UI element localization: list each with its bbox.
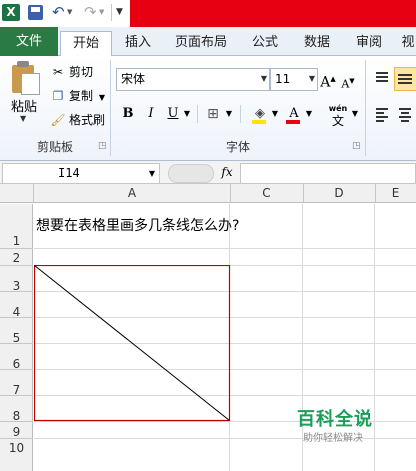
- formula-bar-splitter[interactable]: [168, 164, 214, 183]
- watermark-logo: 百科全说 助你轻松解决: [285, 405, 415, 447]
- excel-logo-icon[interactable]: X: [2, 4, 20, 21]
- font-size-value: 11: [275, 72, 291, 86]
- copy-dropdown-icon[interactable]: ▼: [99, 93, 105, 102]
- divider: [240, 105, 241, 123]
- row-header[interactable]: 10: [0, 439, 33, 471]
- font-color-button[interactable]: A: [286, 103, 302, 125]
- tab-formulas[interactable]: 公式: [244, 31, 286, 56]
- tab-view[interactable]: 视: [400, 31, 416, 56]
- divider: [197, 105, 198, 123]
- insert-function-button[interactable]: fx: [216, 163, 238, 182]
- column-headers: A C D E: [0, 184, 416, 203]
- row-header[interactable]: 4: [0, 292, 33, 319]
- copy-label: 复制: [69, 89, 94, 103]
- border-dropdown-icon[interactable]: ▼: [224, 103, 234, 125]
- tab-file[interactable]: 文件: [0, 27, 58, 56]
- bold-button[interactable]: B: [119, 103, 137, 125]
- underline-dropdown-icon[interactable]: ▼: [182, 103, 192, 125]
- paste-button-label[interactable]: 粘贴: [11, 96, 37, 115]
- paste-dropdown-icon[interactable]: ▼: [20, 114, 26, 123]
- group-divider: [365, 60, 366, 156]
- tab-review[interactable]: 审阅: [348, 31, 390, 56]
- fill-dropdown-icon[interactable]: ▼: [270, 103, 280, 125]
- fill-color-icon[interactable]: ◈: [252, 103, 268, 125]
- align-left-icon[interactable]: [373, 105, 391, 123]
- save-icon[interactable]: [28, 5, 43, 20]
- font-name-select[interactable]: 宋体 ▼: [116, 68, 270, 91]
- row-header[interactable]: 3: [0, 266, 33, 293]
- format-painter-button[interactable]: 🖌 格式刷: [50, 110, 105, 130]
- redo-dropdown-icon[interactable]: ▼: [99, 4, 107, 21]
- row-header[interactable]: 6: [0, 344, 33, 371]
- font-color-dropdown-icon[interactable]: ▼: [304, 103, 314, 125]
- chevron-down-icon: ▼: [260, 74, 267, 83]
- clipboard-launcher-icon[interactable]: ◳: [98, 141, 107, 151]
- border-icon[interactable]: ⊞: [203, 103, 223, 125]
- tab-data[interactable]: 数据: [296, 31, 338, 56]
- italic-button[interactable]: I: [142, 103, 160, 125]
- ribbon-home: 粘贴 ▼ ✂ 剪切 ❐ 复制 ▼ 🖌 格式刷 剪贴板 ◳ 宋体 ▼ 11 ▼ A▲ A…: [0, 56, 416, 161]
- copy-button[interactable]: ❐ 复制 ▼: [50, 86, 105, 106]
- chevron-down-icon: ▼: [148, 169, 155, 178]
- row-header[interactable]: 7: [0, 370, 33, 397]
- shrink-font-button[interactable]: A▼: [340, 70, 356, 92]
- toolbar-divider: [111, 4, 112, 21]
- font-size-select[interactable]: 11 ▼: [270, 68, 318, 91]
- column-header-e[interactable]: E: [375, 184, 416, 203]
- formula-bar: I14 ▼ fx: [0, 161, 416, 184]
- format-painter-label: 格式刷: [69, 113, 106, 127]
- column-header-a[interactable]: A: [34, 184, 231, 203]
- phonetic-char: 文: [331, 114, 344, 128]
- name-box[interactable]: I14 ▼: [2, 163, 160, 184]
- row-header[interactable]: 2: [0, 249, 33, 266]
- formula-input[interactable]: [240, 163, 416, 184]
- watermark-title: 百科全说: [297, 409, 373, 430]
- row-headers: 1 2 3 4 5 6 7 8 9 10: [0, 204, 33, 471]
- row-header[interactable]: 9: [0, 422, 33, 439]
- clipboard-group-label: 剪贴板: [36, 140, 73, 154]
- font-launcher-icon[interactable]: ◳: [352, 141, 361, 151]
- quick-access-toolbar: X ↶ ▼ ↷ ▼ ▼: [0, 0, 416, 27]
- column-header-d[interactable]: D: [303, 184, 376, 203]
- undo-dropdown-icon[interactable]: ▼: [67, 4, 75, 21]
- row-header[interactable]: 8: [0, 396, 33, 423]
- select-all-corner[interactable]: [0, 184, 34, 203]
- phonetic-dropdown-icon[interactable]: ▼: [350, 103, 360, 125]
- brush-icon: 🖌: [50, 113, 66, 127]
- row-header[interactable]: 5: [0, 318, 33, 345]
- align-middle-icon[interactable]: [394, 67, 416, 91]
- chevron-down-icon: ▼: [308, 74, 315, 83]
- grow-font-button[interactable]: A▲: [320, 68, 336, 91]
- bordered-range-with-diagonal[interactable]: [34, 265, 231, 422]
- ribbon-tabs: 开始 插入 页面布局 公式 数据 审阅 视: [0, 27, 416, 58]
- diagonal-line: [34, 265, 230, 421]
- align-center-icon[interactable]: [396, 105, 414, 123]
- customize-toolbar-icon[interactable]: ▼: [116, 4, 126, 21]
- cell-a1[interactable]: 想要在表格里画多几条线怎么办?: [36, 215, 239, 235]
- name-box-value: I14: [58, 166, 80, 180]
- tab-home[interactable]: 开始: [60, 31, 112, 58]
- paste-icon[interactable]: [10, 61, 40, 95]
- watermark-subtitle: 助你轻松解决: [303, 433, 363, 444]
- grow-font-label: A: [320, 74, 331, 91]
- font-group-label: 字体: [225, 140, 250, 154]
- underline-button[interactable]: U: [165, 103, 181, 125]
- column-header-c[interactable]: C: [230, 184, 304, 203]
- title-bar-background: [130, 0, 416, 27]
- scissors-icon: ✂: [52, 65, 64, 79]
- font-color-label: A: [289, 106, 299, 121]
- cut-label: 剪切: [69, 65, 94, 79]
- font-name-value: 宋体: [121, 72, 146, 86]
- phonetic-button[interactable]: wén 文: [326, 103, 350, 128]
- tab-insert[interactable]: 插入: [116, 31, 160, 56]
- tab-page-layout[interactable]: 页面布局: [168, 31, 234, 56]
- align-top-icon[interactable]: [373, 69, 391, 87]
- undo-icon[interactable]: ↶: [52, 4, 66, 21]
- cut-button[interactable]: ✂ 剪切: [50, 62, 93, 82]
- copy-icon: ❐: [52, 89, 64, 103]
- redo-icon[interactable]: ↷: [84, 4, 98, 21]
- row-header[interactable]: 1: [0, 204, 33, 249]
